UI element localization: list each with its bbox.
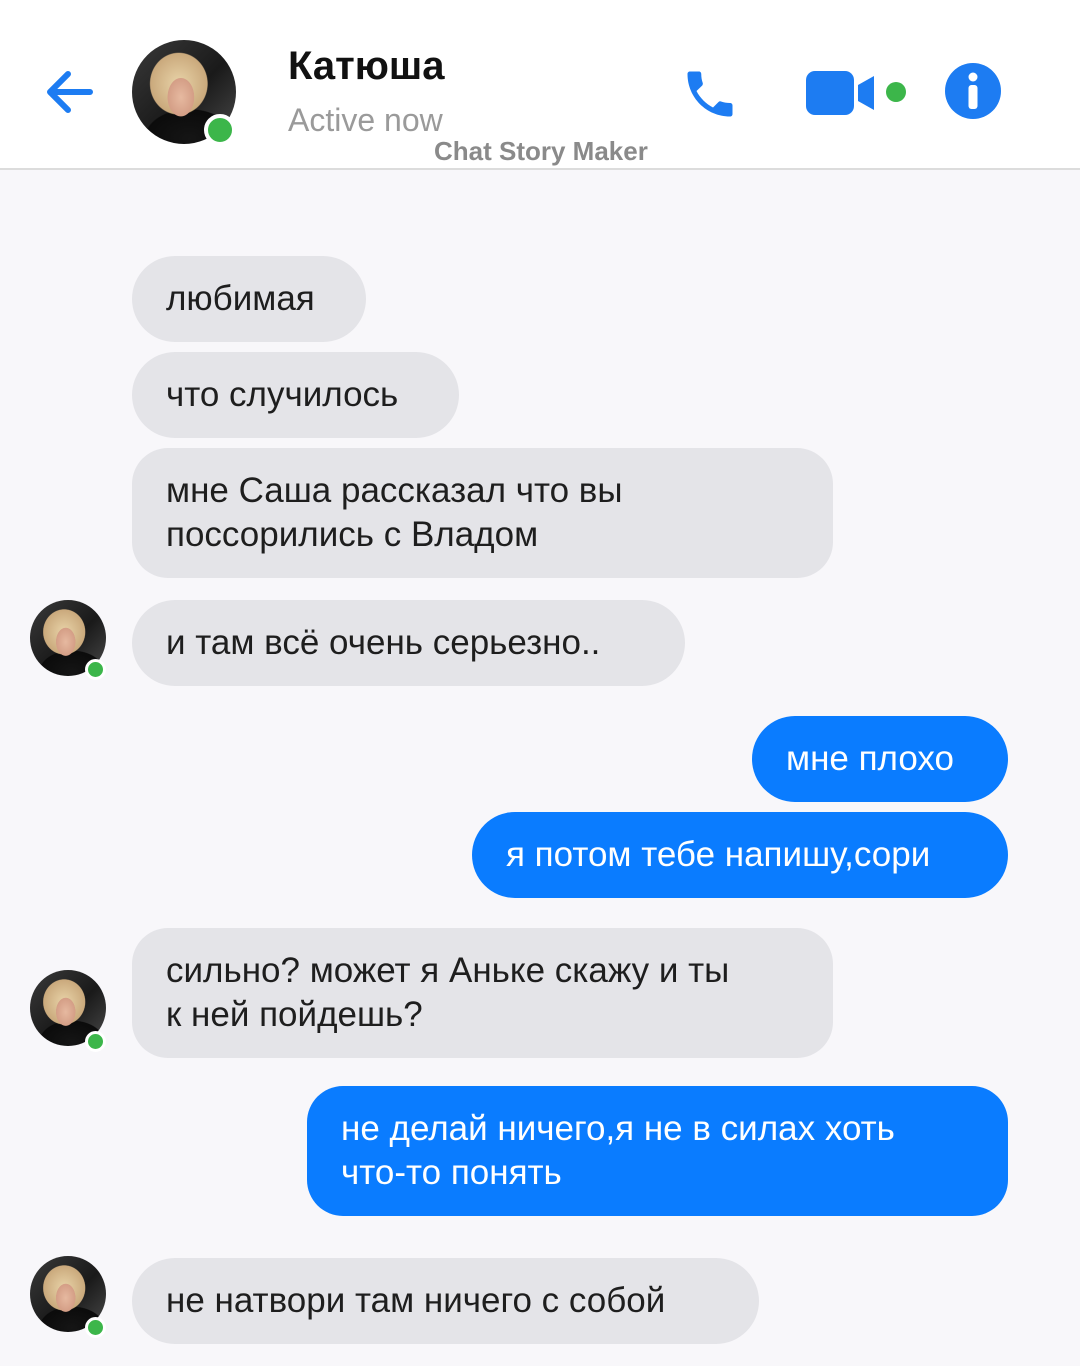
message-text-line: не делай ничего,я не в силах хоть: [341, 1109, 895, 1148]
incoming-message[interactable]: любимая: [132, 256, 366, 342]
message-text-line: мне Саша рассказал что вы: [166, 471, 623, 510]
message-text-line: что случилось: [166, 375, 399, 414]
watermark-text: Chat Story Maker: [434, 136, 648, 166]
info-button[interactable]: [944, 62, 1002, 120]
incoming-message[interactable]: и там всё очень серьезно..: [132, 600, 685, 686]
chat-header: Катюша Active now Chat Story Maker: [0, 0, 1080, 170]
info-icon: [945, 63, 1001, 119]
incoming-message[interactable]: что случилось: [132, 352, 459, 438]
message-text-line: что-то понять: [341, 1153, 562, 1192]
online-indicator: [204, 114, 236, 146]
incoming-message[interactable]: не натвори там ничего с собой: [132, 1258, 759, 1344]
phone-icon: [687, 71, 733, 117]
active-status: Active now: [288, 102, 443, 138]
video-camera-icon: [806, 71, 906, 115]
message-text-line: я потом тебе напишу,сори: [506, 835, 931, 874]
voice-call-button[interactable]: [680, 64, 740, 124]
online-indicator: [85, 1031, 106, 1052]
message-text-line: сильно? может я Аньке скажу и ты: [166, 951, 730, 990]
back-arrow-icon: [47, 71, 93, 113]
contact-name[interactable]: Катюша: [288, 44, 444, 89]
incoming-message[interactable]: мне Саша рассказал что вы поссорились с …: [132, 448, 833, 578]
outgoing-message[interactable]: не делай ничего,я не в силах хоть что-то…: [307, 1086, 1008, 1216]
message-text-line: поссорились с Владом: [166, 515, 539, 554]
message-text-line: не натвори там ничего с собой: [166, 1281, 666, 1320]
outgoing-message[interactable]: мне плохо: [752, 716, 1008, 802]
message-text-line: любимая: [166, 279, 315, 318]
online-indicator: [85, 659, 106, 680]
back-button[interactable]: [40, 64, 100, 120]
incoming-message[interactable]: сильно? может я Аньке скажу и ты к ней п…: [132, 928, 833, 1058]
online-indicator: [85, 1317, 106, 1338]
video-call-button[interactable]: [806, 68, 910, 118]
message-text-line: мне плохо: [786, 739, 954, 778]
outgoing-message[interactable]: я потом тебе напишу,сори: [472, 812, 1008, 898]
message-text-line: к ней пойдешь?: [166, 995, 423, 1034]
message-text-line: и там всё очень серьезно..: [166, 623, 601, 662]
